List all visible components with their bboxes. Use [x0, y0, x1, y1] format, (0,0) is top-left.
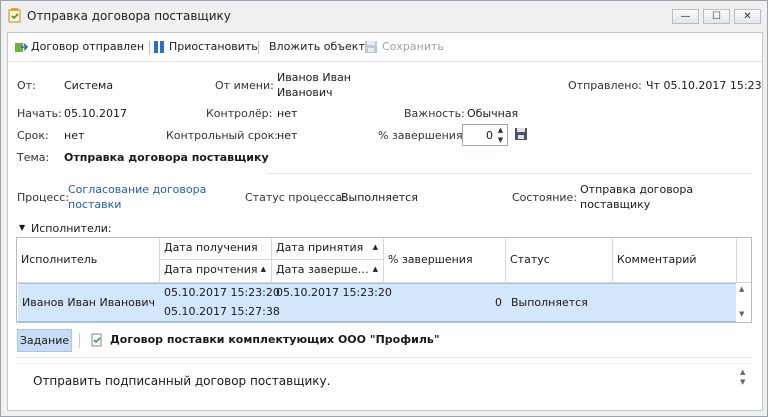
process-link-line2[interactable]: поставки	[68, 198, 121, 211]
stepper-down-icon[interactable]: ▼	[496, 136, 505, 144]
cell-performer: Иванов Иван Иванович	[22, 296, 155, 309]
minimize-icon: —	[680, 11, 691, 22]
col-status[interactable]: Статус	[506, 238, 613, 283]
tab-bar: Задание Договор поставки комплектующих О…	[16, 328, 752, 352]
process-status-label: Статус процесса:	[245, 191, 346, 204]
divider	[16, 357, 752, 358]
cell-read: 05.10.2017 15:27:38	[164, 305, 280, 318]
process-link-line1[interactable]: Согласование договора	[68, 183, 206, 196]
app-icon	[8, 8, 21, 23]
cell-status: Выполняется	[511, 296, 588, 309]
window: Отправка договора поставщику — ☐ ✕ Догов…	[0, 0, 768, 417]
state-value-line1: Отправка договора	[580, 183, 694, 196]
sent-label: Договор отправлен	[31, 40, 145, 53]
performers-label: Исполнители:	[31, 222, 112, 235]
close-button[interactable]: ✕	[734, 9, 761, 24]
toolbar-separator	[258, 41, 259, 54]
col-comment[interactable]: Комментарий	[613, 238, 737, 283]
priority-label: Важность:	[404, 107, 465, 120]
scroll-up-icon[interactable]: ▲	[739, 285, 744, 293]
scroll-down-icon[interactable]: ▼	[739, 310, 744, 318]
title-bar: Отправка договора поставщику — ☐ ✕	[1, 1, 767, 31]
minimize-button[interactable]: —	[672, 9, 699, 24]
controller-label: Контролёр:	[206, 107, 273, 120]
completion-label: % завершения:	[378, 129, 467, 142]
tab-task[interactable]: Задание	[17, 329, 72, 352]
control-due-label: Контрольный срок:	[166, 129, 278, 142]
stepper-up-icon[interactable]: ▲	[496, 126, 505, 134]
maximize-button[interactable]: ☐	[703, 9, 730, 24]
controller-value: нет	[277, 107, 298, 120]
subject-value: Отправка договора поставщику	[64, 151, 269, 164]
sent-icon	[15, 43, 28, 52]
attach-label: Вложить объект	[269, 40, 365, 53]
col-finished-label: Дата заверше…	[276, 263, 369, 276]
save-icon	[365, 41, 377, 53]
due-label: Срок:	[17, 129, 49, 142]
control-due-value: нет	[277, 129, 298, 142]
scroll-down-icon[interactable]: ▼	[740, 378, 745, 386]
priority-value: Обычная	[467, 107, 519, 120]
window-title: Отправка договора поставщику	[27, 9, 231, 23]
due-value: нет	[64, 129, 85, 142]
process-label: Процесс:	[17, 191, 70, 204]
on-behalf-value-line2: Иванович	[277, 86, 333, 99]
completion-stepper[interactable]: 0 ▲ ▼	[462, 124, 508, 146]
close-icon: ✕	[743, 11, 752, 22]
cell-received: 05.10.2017 15:23:20	[164, 286, 280, 299]
on-behalf-value-line1: Иванов Иван	[277, 71, 351, 84]
col-read-label: Дата прочтения	[164, 263, 258, 276]
tab-document-label: Договор поставки комплектующих ООО "Проф…	[110, 333, 440, 346]
triangle-down-icon: ▼	[19, 223, 26, 232]
toolbar-separator	[149, 41, 150, 54]
performers-grid: Исполнитель Дата получения Дата прочтени…	[16, 237, 752, 323]
scroll-up-icon[interactable]: ▲	[740, 368, 745, 376]
col-percent[interactable]: % завершения	[384, 238, 506, 283]
sort-up-icon: ▲	[260, 265, 266, 273]
col-received[interactable]: Дата получения	[160, 238, 272, 260]
tab-separator	[79, 333, 80, 348]
cell-percent: 0	[495, 296, 502, 309]
sort-up-icon: ▲	[372, 265, 378, 273]
document-icon	[91, 333, 102, 347]
sent-date-value: Чт 05.10.2017 15:23	[646, 79, 762, 92]
col-finished[interactable]: Дата заверше… ▲	[272, 260, 384, 283]
sort-up-icon: ▲	[372, 243, 378, 251]
col-performer[interactable]: Исполнитель	[17, 238, 160, 283]
completion-value: 0	[486, 129, 493, 142]
col-accepted-label: Дата принятия	[276, 241, 364, 254]
col-read[interactable]: Дата прочтения ▲	[160, 260, 272, 283]
subject-label: Тема:	[17, 151, 50, 164]
task-text-area[interactable]: Отправить подписанный договор поставщику…	[16, 363, 752, 408]
sent-date-label: Отправлено:	[568, 79, 642, 92]
from-label: От:	[17, 79, 36, 92]
col-accepted[interactable]: Дата принятия ▲	[272, 238, 384, 260]
start-label: Начать:	[17, 107, 62, 120]
task-text: Отправить подписанный договор поставщику…	[33, 374, 331, 388]
divider	[267, 173, 752, 174]
start-value: 05.10.2017	[64, 107, 127, 120]
table-row[interactable]: Иванов Иван Иванович 05.10.2017 15:23:20…	[18, 283, 737, 322]
state-label: Состояние:	[512, 191, 578, 204]
maximize-icon: ☐	[712, 11, 721, 22]
grid-corner	[737, 238, 751, 283]
save-label: Сохранить	[382, 40, 444, 53]
process-status-value: Выполняется	[341, 191, 418, 204]
pause-label: Приостановить	[169, 40, 258, 53]
from-value: Система	[64, 79, 114, 92]
on-behalf-label: От имени:	[215, 79, 274, 92]
disk-icon[interactable]	[514, 127, 528, 141]
state-value-line2: поставщику	[580, 198, 651, 211]
pause-icon	[154, 41, 164, 53]
toolbar: Договор отправлен Приостановить Вложить …	[8, 33, 762, 62]
cell-accepted: 05.10.2017 15:23:20	[276, 286, 392, 299]
grid-scrollbar[interactable]: ▲ ▼	[736, 283, 750, 322]
